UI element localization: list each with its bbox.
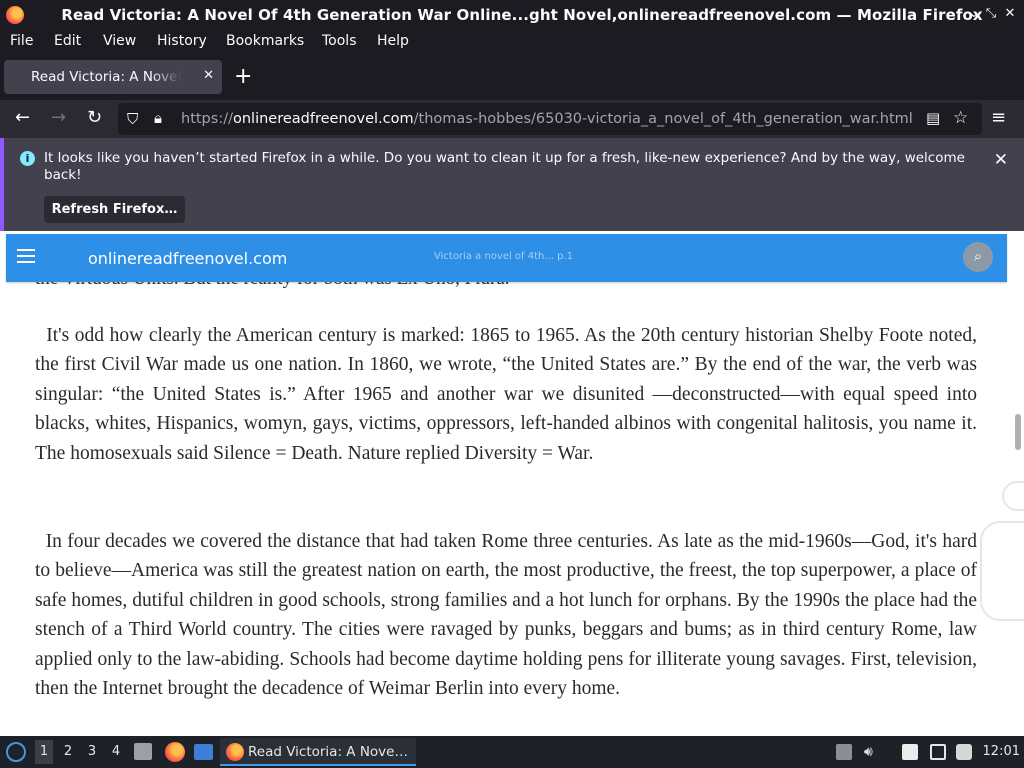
notifications-icon[interactable] <box>956 744 972 760</box>
navigation-bar: ← → ↻ ⛉ 🔒︎ https://onlinereadfreenovel.c… <box>0 100 1024 138</box>
menu-file[interactable]: File <box>10 33 33 49</box>
reload-icon[interactable]: ↻ <box>87 108 102 128</box>
paragraph: It's odd how clearly the American centur… <box>35 321 977 468</box>
scroll-widget[interactable] <box>980 521 1024 621</box>
app-menu-icon[interactable]: ≡ <box>991 108 1006 128</box>
clock: 12:01 <box>982 744 1020 759</box>
reader-view-icon[interactable]: ▤ <box>926 109 940 127</box>
window-titlebar: Read Victoria: A Novel Of 4th Generation… <box>0 0 1024 30</box>
notes-icon[interactable] <box>902 744 918 760</box>
network-icon[interactable] <box>930 744 946 760</box>
tab-label: Read Victoria: A Novel Of 4th Generation… <box>31 69 181 85</box>
url-bar[interactable]: ⛉ 🔒︎ https://onlinereadfreenovel.com/tho… <box>118 103 982 135</box>
hamburger-menu-icon[interactable] <box>17 249 35 263</box>
menu-bookmarks[interactable]: Bookmarks <box>226 33 304 49</box>
breadcrumb: Victoria a novel of 4th... p.1 <box>434 251 573 262</box>
file-manager-icon[interactable] <box>134 743 152 760</box>
refresh-firefox-button[interactable]: Refresh Firefox… <box>44 196 185 223</box>
scrollbar-thumb[interactable] <box>1015 414 1021 450</box>
minimize-icon[interactable]: ⌄ <box>966 6 982 22</box>
shield-icon[interactable]: ⛉ <box>127 110 138 128</box>
url-text[interactable]: https://onlinereadfreenovel.com/thomas-h… <box>181 111 913 127</box>
tab-close-icon[interactable]: ✕ <box>203 68 214 83</box>
menu-help[interactable]: Help <box>377 33 409 49</box>
terminal-icon[interactable] <box>194 744 213 760</box>
menu-history[interactable]: History <box>157 33 207 49</box>
workspace-2[interactable]: 2 <box>59 744 77 759</box>
window-title: Read Victoria: A Novel Of 4th Generation… <box>61 6 983 24</box>
tab-strip: Read Victoria: A Novel Of 4th Generation… <box>0 54 1024 100</box>
tab-active[interactable]: Read Victoria: A Novel Of 4th Generation… <box>4 60 222 94</box>
taskbar: 1 2 3 4 Read Victoria: A Nove… 🔊︎ 12:01 <box>0 736 1024 768</box>
menu-bar: File Edit View History Bookmarks Tools H… <box>0 30 1024 54</box>
clipboard-icon[interactable] <box>836 744 852 760</box>
workspace-1[interactable]: 1 <box>35 740 53 764</box>
back-icon[interactable]: ← <box>15 108 30 128</box>
paragraph-text: In four decades we covered the distance … <box>35 531 977 700</box>
lock-icon[interactable]: 🔒︎ <box>154 109 162 127</box>
restore-icon[interactable]: ⤡ <box>983 6 999 22</box>
page-content: onlinereadfreenovel.com Victoria a novel… <box>0 231 1024 736</box>
scroll-up-icon[interactable] <box>1002 481 1024 511</box>
search-icon[interactable]: ⌕ <box>963 242 993 272</box>
taskbar-app-firefox[interactable]: Read Victoria: A Nove… <box>220 738 416 766</box>
workspace-3[interactable]: 3 <box>83 744 101 759</box>
notification-bar: i It looks like you haven’t started Fire… <box>0 138 1024 231</box>
volume-icon[interactable]: 🔊︎ <box>864 744 880 760</box>
notification-message: It looks like you haven’t started Firefo… <box>44 150 965 183</box>
firefox-launcher-icon[interactable] <box>165 742 185 762</box>
menu-edit[interactable]: Edit <box>54 33 81 49</box>
firefox-window-icon <box>226 743 244 761</box>
url-host: onlinereadfreenovel.com <box>232 111 414 127</box>
close-window-icon[interactable]: ✕ <box>1002 6 1018 22</box>
paragraph: In four decades we covered the distance … <box>35 527 977 703</box>
menu-view[interactable]: View <box>103 33 136 49</box>
bookmark-star-icon[interactable]: ☆ <box>953 108 968 128</box>
menu-tools[interactable]: Tools <box>322 33 357 49</box>
site-header: onlinereadfreenovel.com Victoria a novel… <box>6 234 1007 282</box>
paragraph-text: It's odd how clearly the American centur… <box>35 325 978 464</box>
forward-icon[interactable]: → <box>51 108 66 128</box>
new-tab-icon[interactable]: + <box>234 66 252 88</box>
start-menu-icon[interactable] <box>6 742 26 762</box>
info-icon: i <box>20 151 35 166</box>
close-notification-icon[interactable]: ✕ <box>994 150 1008 170</box>
site-name[interactable]: onlinereadfreenovel.com <box>88 249 287 268</box>
url-path: /thomas-hobbes/65030-victoria_a_novel_of… <box>413 111 913 127</box>
workspace-4[interactable]: 4 <box>107 744 125 759</box>
url-scheme: https:// <box>181 111 233 127</box>
taskbar-app-label: Read Victoria: A Nove… <box>248 744 408 760</box>
